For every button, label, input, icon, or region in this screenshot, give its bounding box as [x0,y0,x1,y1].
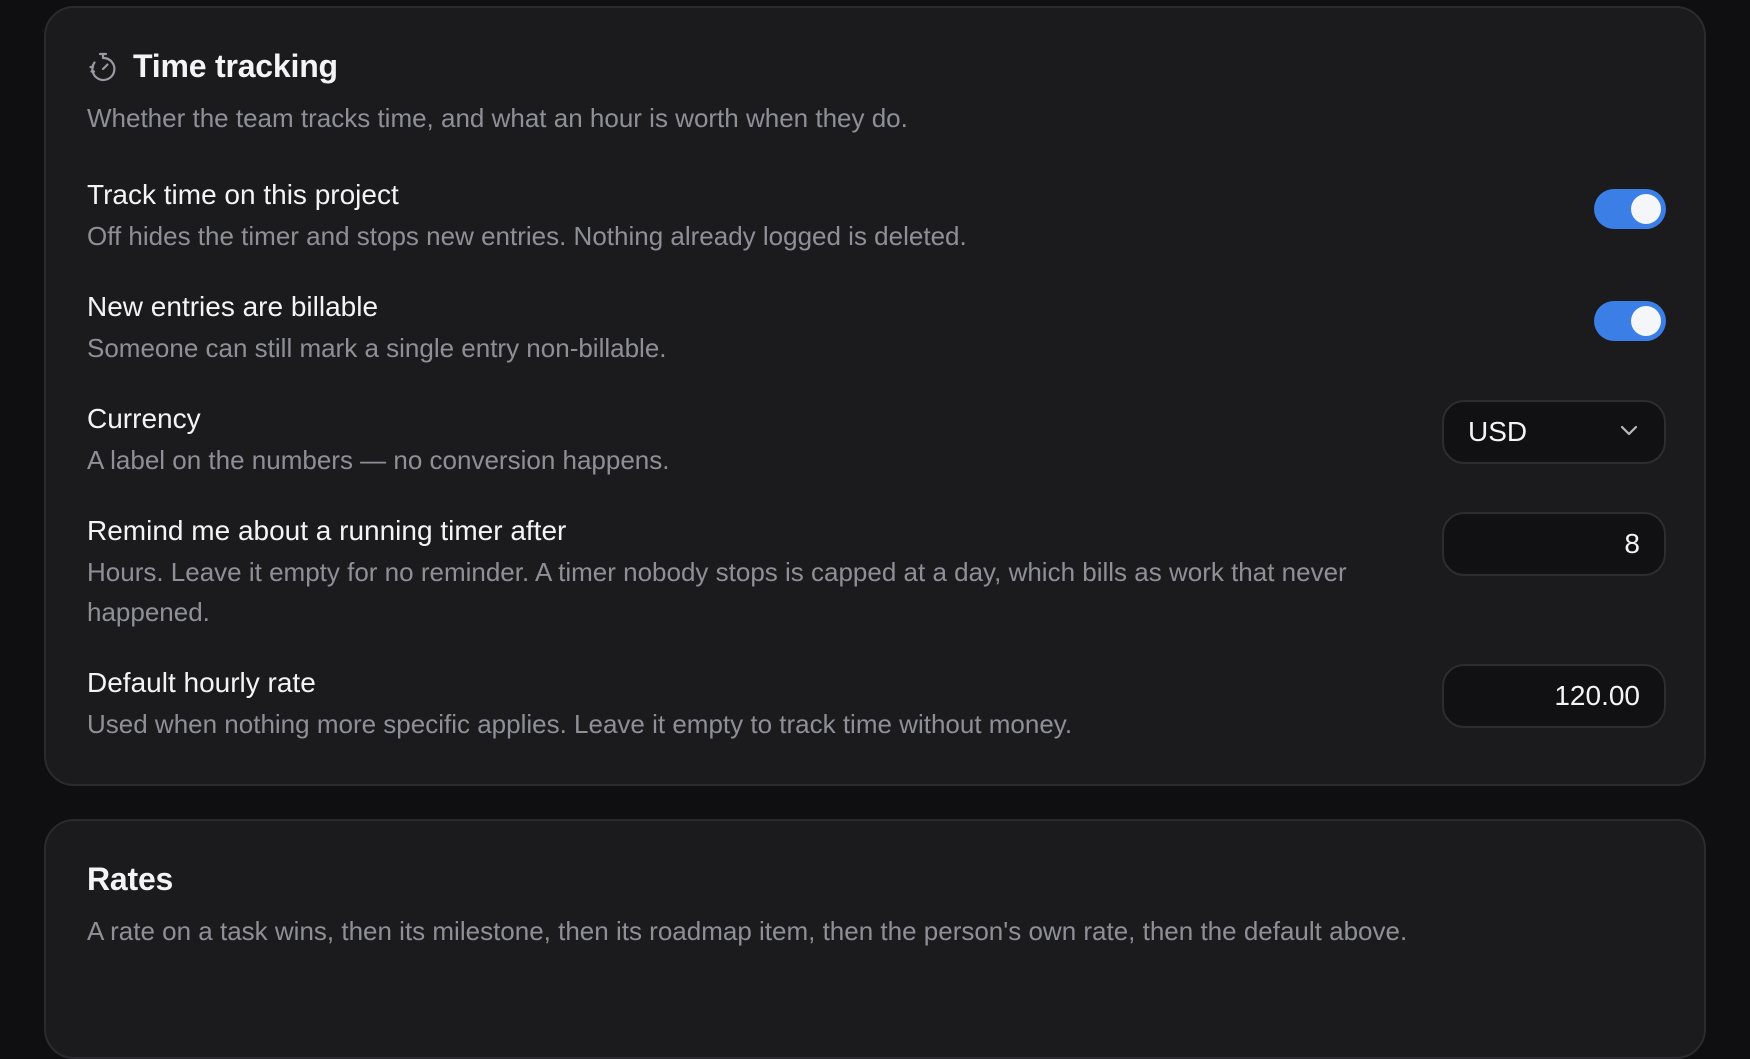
reminder-hours-input[interactable] [1468,528,1640,560]
reminder-control [1442,512,1666,576]
toggle-knob [1631,306,1661,336]
setting-currency: Currency A label on the numbers — no con… [87,400,1666,480]
time-tracking-description: Whether the team tracks time, and what a… [87,103,908,133]
reminder-hours-box [1442,512,1666,576]
currency-selected-value: USD [1468,416,1528,447]
reminder-help: Hours. Leave it empty for no reminder. A… [87,557,1347,627]
time-tracking-card: Time tracking Whether the team tracks ti… [44,6,1706,786]
currency-label: Currency [87,403,201,434]
billable-label: New entries are billable [87,291,379,322]
setting-billable: New entries are billable Someone can sti… [87,290,1666,368]
track-time-toggle[interactable] [1594,189,1666,229]
hourly-rate-label: Default hourly rate [87,667,316,698]
track-time-toggle-wrap [1594,189,1666,229]
currency-help: A label on the numbers — no conversion h… [87,445,670,475]
currency-control: USD [1442,400,1666,464]
time-tracking-header: Time tracking [87,48,338,85]
billable-toggle[interactable] [1594,301,1666,341]
toggle-knob [1631,194,1661,224]
hourly-rate-control [1442,664,1666,728]
billable-help: Someone can still mark a single entry no… [87,333,667,363]
rates-card: Rates A rate on a task wins, then its mi… [44,819,1706,1059]
time-tracking-title: Time tracking [133,48,338,84]
setting-reminder: Remind me about a running timer after Ho… [87,512,1666,632]
rates-description: A rate on a task wins, then its mileston… [87,916,1408,946]
stopwatch-icon [87,51,119,83]
billable-toggle-wrap [1594,301,1666,341]
track-time-help: Off hides the timer and stops new entrie… [87,221,967,251]
chevron-down-icon [1618,416,1640,448]
currency-select[interactable]: USD [1442,400,1666,464]
track-time-label: Track time on this project [87,179,399,210]
setting-track-time: Track time on this project Off hides the… [87,178,1666,256]
hourly-rate-help: Used when nothing more specific applies.… [87,709,1073,739]
hourly-rate-input[interactable] [1468,680,1640,712]
rates-title: Rates [87,861,174,897]
setting-hourly-rate: Default hourly rate Used when nothing mo… [87,664,1666,744]
reminder-label: Remind me about a running timer after [87,515,567,546]
hourly-rate-box [1442,664,1666,728]
